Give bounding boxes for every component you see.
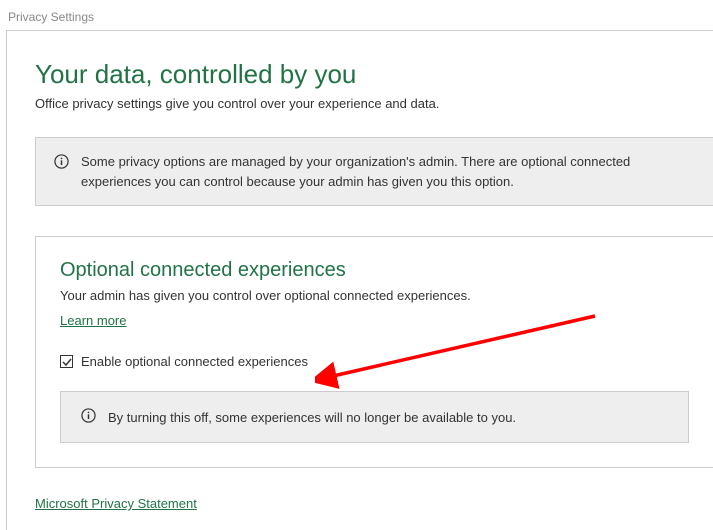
learn-more-link[interactable]: Learn more — [60, 313, 126, 328]
page-title: Your data, controlled by you — [35, 59, 713, 90]
info-icon — [54, 154, 69, 172]
page-subtitle: Office privacy settings give you control… — [35, 96, 713, 111]
optional-experiences-section: Optional connected experiences Your admi… — [35, 236, 713, 468]
privacy-statement-link[interactable]: Microsoft Privacy Statement — [35, 496, 197, 511]
window-title: Privacy Settings — [0, 0, 713, 30]
enable-optional-checkbox-label[interactable]: Enable optional connected experiences — [81, 354, 308, 369]
content-panel: Your data, controlled by you Office priv… — [6, 30, 713, 530]
admin-notice-banner: Some privacy options are managed by your… — [35, 137, 713, 206]
turn-off-notice-text: By turning this off, some experiences wi… — [108, 410, 516, 425]
info-icon — [81, 408, 96, 426]
enable-optional-checkbox-row[interactable]: Enable optional connected experiences — [60, 354, 689, 369]
enable-optional-checkbox[interactable] — [60, 355, 73, 368]
section-description: Your admin has given you control over op… — [60, 288, 689, 303]
turn-off-notice: By turning this off, some experiences wi… — [60, 391, 689, 443]
admin-notice-text: Some privacy options are managed by your… — [81, 152, 695, 191]
section-heading: Optional connected experiences — [60, 259, 689, 282]
